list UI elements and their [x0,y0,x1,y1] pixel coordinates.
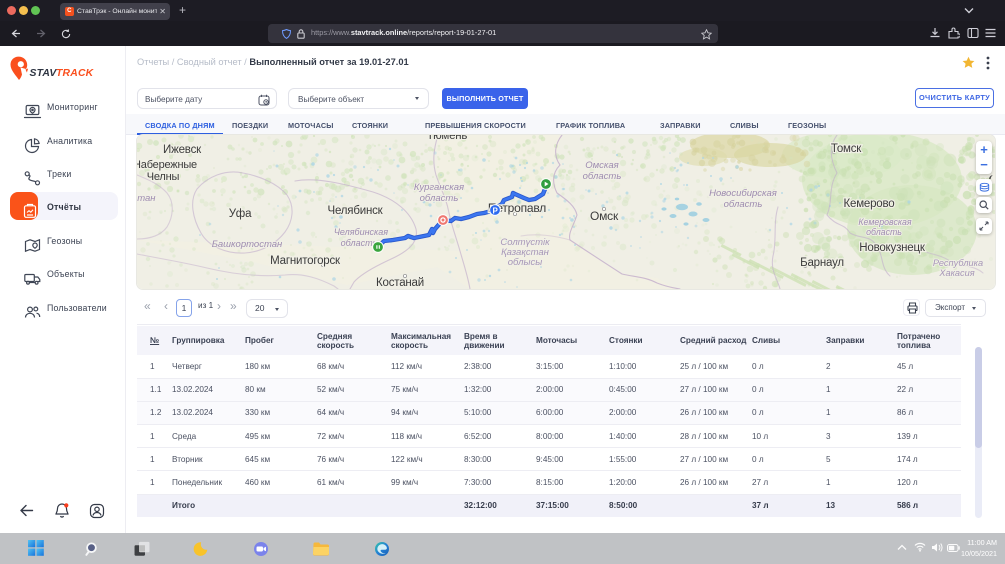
svg-text:Кемерово: Кемерово [844,198,895,210]
svg-text:облысы: облысы [508,257,543,268]
svg-text:STAV: STAV [30,68,58,79]
svg-text:стан: стан [137,193,156,204]
svg-text:Кемеровская: Кемеровская [858,217,912,227]
svg-text:Республика: Республика [933,258,983,268]
svg-text:Новокузнецк: Новокузнецк [859,242,926,254]
svg-text:Уфа: Уфа [229,208,252,220]
svg-text:Омск: Омск [590,209,619,223]
svg-text:Тюмень: Тюмень [427,135,468,142]
svg-text:Курганская: Курганская [414,182,464,193]
svg-text:Хакасия: Хакасия [938,268,974,278]
svg-text:Костанай: Костанай [376,277,424,289]
svg-text:Ижевск: Ижевск [163,144,202,156]
svg-text:P: P [493,206,499,215]
svg-text:TRACK: TRACK [56,68,95,79]
svg-text:Томск: Томск [831,143,862,155]
svg-text:область: область [341,238,378,248]
svg-text:Башкортостан: Башкортостан [212,239,283,250]
svg-text:область: область [420,193,459,204]
svg-text:область: область [583,171,622,182]
svg-text:Челябинск: Челябинск [328,205,384,217]
svg-text:область: область [724,199,763,210]
svg-text:Магнитогорск: Магнитогорск [270,255,341,267]
svg-text:Челябинская: Челябинская [334,227,388,237]
svg-text:Набережные: Набережные [137,159,197,171]
svg-text:Барнаул: Барнаул [800,257,844,269]
svg-text:область: область [866,227,902,237]
svg-text:Омская: Омская [585,160,618,171]
svg-text:Челны: Челны [147,171,180,183]
svg-text:Новосибирская: Новосибирская [709,188,777,199]
